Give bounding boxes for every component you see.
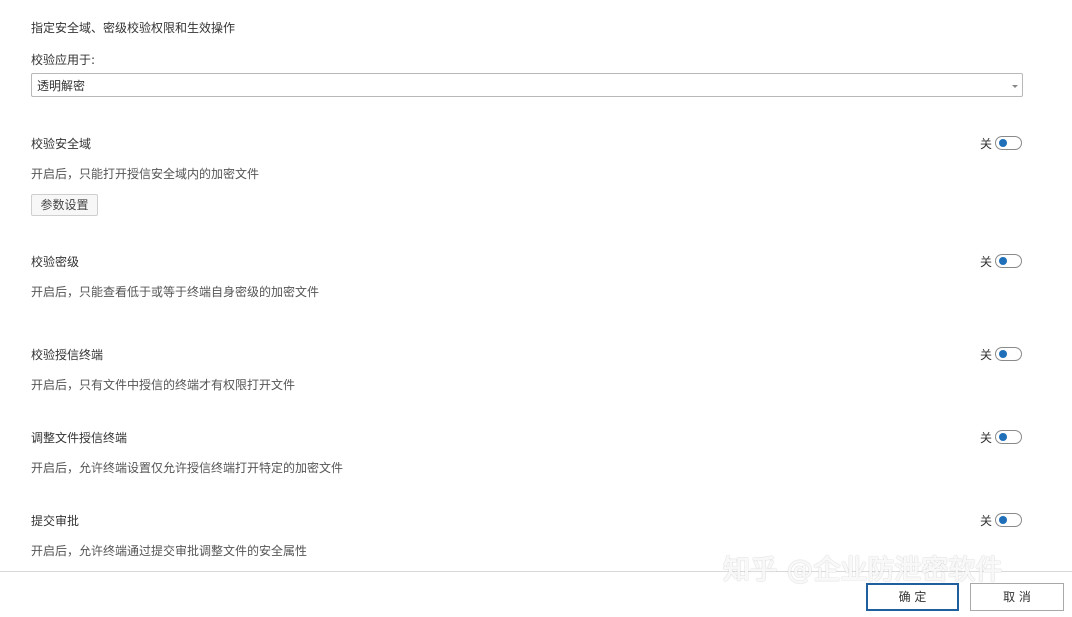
section-title-adjust-trusted-terminal: 调整文件授信终端 [31,431,128,445]
toggle-state-label: 关 [980,431,993,445]
instruction-text: 指定安全域、密级校验权限和生效操作 [31,21,236,35]
watermark: 知乎 @企业防泄密软件 [723,555,1003,586]
toggle-adjust-trusted-terminal[interactable] [995,430,1022,444]
section-title-trusted-terminal: 校验授信终端 [31,348,104,362]
security-check-dialog: 指定安全域、密级校验权限和生效操作 校验应用于: 透明解密 校验安全域 关 开启… [0,0,1072,617]
toggle-knob [999,350,1007,358]
section-desc-submit-approval: 开启后，允许终端通过提交审批调整文件的安全属性 [31,544,308,558]
param-settings-button[interactable]: 参数设置 [31,194,98,216]
ok-button[interactable]: 确 定 [866,583,959,611]
cancel-button[interactable]: 取 消 [970,583,1064,611]
section-desc-trusted-terminal: 开启后，只有文件中授信的终端才有权限打开文件 [31,378,296,392]
toggle-knob [999,433,1007,441]
toggle-knob [999,139,1007,147]
apply-to-selected-value: 透明解密 [37,79,86,93]
toggle-submit-approval[interactable] [995,513,1022,527]
toggle-trusted-terminal[interactable] [995,347,1022,361]
toggle-state-label: 关 [980,348,993,362]
apply-to-label: 校验应用于: [31,53,96,67]
section-title-secret-level: 校验密级 [31,255,80,269]
apply-to-select[interactable]: 透明解密 [31,73,1023,97]
section-title-submit-approval: 提交审批 [31,514,80,528]
toggle-state-label: 关 [980,255,993,269]
chevron-down-icon [1012,85,1018,88]
toggle-secret-level[interactable] [995,254,1022,268]
toggle-knob [999,516,1007,524]
section-desc-secret-level: 开启后，只能查看低于或等于终端自身密级的加密文件 [31,285,320,299]
toggle-security-domain[interactable] [995,136,1022,150]
section-desc-security-domain: 开启后，只能打开授信安全域内的加密文件 [31,167,260,181]
section-title-security-domain: 校验安全域 [31,137,92,151]
toggle-knob [999,257,1007,265]
toggle-state-label: 关 [980,137,993,151]
section-desc-adjust-trusted-terminal: 开启后，允许终端设置仅允许授信终端打开特定的加密文件 [31,461,344,475]
toggle-state-label: 关 [980,514,993,528]
